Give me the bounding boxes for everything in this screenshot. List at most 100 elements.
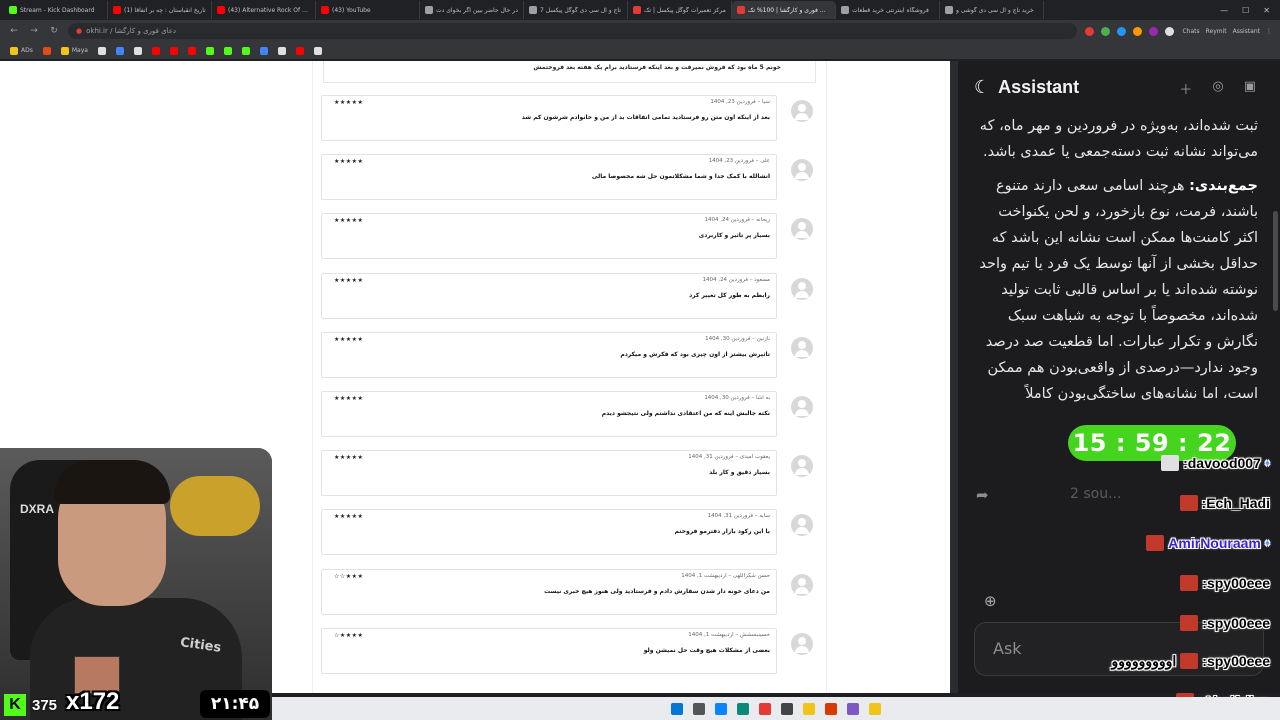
yellow-pillow: [170, 476, 260, 536]
bookmark-item[interactable]: [133, 46, 142, 55]
bookmark-item[interactable]: [313, 46, 322, 55]
bookmark-item[interactable]: [151, 46, 160, 55]
share-icon[interactable]: ➦: [976, 486, 989, 504]
taskbar-app-icon[interactable]: [825, 702, 837, 715]
bookmark-item[interactable]: [259, 46, 268, 55]
taskbar-app-icon[interactable]: [847, 702, 859, 715]
verified-badge-icon: ♦: [1264, 457, 1270, 469]
browser-tab[interactable]: در حال حاضر بیین اگر بخوای دت: [420, 1, 524, 19]
chat-username: :spy00eee: [1202, 575, 1270, 591]
bookmark-item[interactable]: ADs: [10, 46, 33, 55]
browser-toolbar: ← → ↻ ● okhi.ir / دعای فوری و کارگشا Cha…: [0, 20, 1280, 42]
taskbar-app-icon[interactable]: [803, 702, 815, 715]
extension-icon[interactable]: [1149, 26, 1159, 36]
bookmark-item[interactable]: [115, 46, 124, 55]
close-icon[interactable]: ✕: [1263, 6, 1270, 15]
taskbar-app-icon[interactable]: [715, 702, 727, 715]
chair-logo-text: DXRA: [20, 502, 55, 516]
globe-icon[interactable]: ⊕: [984, 592, 997, 610]
minimize-icon[interactable]: —: [1220, 6, 1228, 15]
chats-button[interactable]: Chats: [1182, 28, 1199, 35]
address-bar[interactable]: ● okhi.ir / دعای فوری و کارگشا: [68, 23, 1078, 39]
chat-message: AmirNouraam ♦: [1146, 532, 1270, 554]
back-icon[interactable]: ←: [8, 26, 20, 36]
page-scrollbar[interactable]: [950, 61, 958, 693]
assistant-input-placeholder: Ask: [993, 639, 1022, 658]
comment-card: ★★★★★ سایه – فروردین 31, 1404 با این رکود …: [321, 509, 777, 556]
taskbar-app-icon[interactable]: [693, 702, 705, 715]
history-icon[interactable]: ◎: [1212, 79, 1223, 98]
bookmark-item[interactable]: [223, 46, 232, 55]
comment-meta: علی – فروردین 23, 1404: [708, 158, 770, 165]
bookmark-item[interactable]: Maya: [60, 46, 88, 55]
rating-stars: ★★★★★: [334, 335, 364, 343]
chat-message: :spy00eee: [1180, 612, 1270, 634]
taskbar-app-icon[interactable]: [781, 702, 793, 715]
bookmark-item[interactable]: [241, 46, 250, 55]
bookmark-icon: [42, 46, 51, 55]
avatar: [791, 632, 813, 655]
browser-tab[interactable]: (1) تاریخ انقباستان : چه بر اتفاقا: [108, 1, 212, 19]
avatar: [791, 514, 813, 537]
rating-stars: ★★★★★: [334, 99, 364, 106]
bookmark-item[interactable]: [187, 46, 196, 55]
avatar: [791, 218, 813, 241]
chat-avatar: [1180, 615, 1199, 631]
extension-icon[interactable]: [1133, 26, 1143, 36]
rating-stars: ★★★★★: [334, 217, 364, 225]
forward-icon[interactable]: →: [28, 26, 40, 36]
bookmark-icon: [223, 46, 232, 55]
bookmark-icon: [241, 46, 250, 55]
browser-tab[interactable]: دعای فوری و کارگشا | 100% تک: [732, 1, 836, 19]
browser-tab[interactable]: تاج و ال سی دی گوگل پیکسل 7: [524, 1, 628, 19]
reymit-button[interactable]: Reymit: [1206, 28, 1227, 35]
rating-stars: ★★★★★: [334, 454, 364, 462]
extension-icon[interactable]: [1165, 26, 1175, 36]
assistant-button[interactable]: Assistant: [1233, 28, 1260, 35]
browser-tab[interactable]: مرکز تعمیرات گوگل پیکسل | تک: [628, 1, 732, 19]
side-panel-icon[interactable]: ▣: [1244, 79, 1256, 98]
comment-card: ★★★★★ یعقوب امیدی – فروردین 31, 1404 بسیار…: [321, 450, 777, 497]
bookmark-item[interactable]: [295, 46, 304, 55]
taskbar-app-icon[interactable]: [759, 702, 771, 715]
bookmark-item[interactable]: [97, 46, 106, 55]
bookmark-item[interactable]: [42, 46, 51, 55]
comment-item: ★★★★★ ریحانه – فروردین 24, 1404 بسیار پر ت…: [321, 213, 821, 263]
bookmarks-bar: ADs Maya: [0, 42, 1280, 60]
maximize-icon[interactable]: ☐: [1242, 6, 1249, 15]
windows-taskbar: [272, 697, 1280, 720]
browser-tab[interactable]: (43) Alternative Rock Of The: [212, 1, 316, 19]
browser-tab[interactable]: فروشگاه اینترنتی خرید قطعات: [836, 1, 940, 19]
bookmark-item[interactable]: [205, 46, 214, 55]
comment-meta: حسن شکراللهی – اردیبهشت 1, 1404: [681, 572, 770, 579]
bookmark-item[interactable]: [277, 46, 286, 55]
new-chat-icon[interactable]: ＋: [1179, 79, 1192, 98]
reload-icon[interactable]: ↻: [48, 26, 60, 36]
extension-icon[interactable]: [1117, 26, 1127, 36]
bookmark-item[interactable]: [169, 46, 178, 55]
chat-username: :davood007: [1183, 455, 1261, 471]
taskbar-app-icon[interactable]: [869, 702, 881, 715]
tab-title: Stream - Kick Dashboard: [20, 6, 95, 14]
browser-tab[interactable]: خرید تاچ و ال سی دی گوشی و: [940, 1, 1044, 19]
site-info-icon[interactable]: ●: [76, 27, 82, 35]
assistant-scrollbar[interactable]: [1273, 211, 1278, 311]
taskbar-app-icon[interactable]: [671, 702, 683, 715]
comment-text: انشالله با کمک خدا و شما مشکلاتمون حل شه…: [591, 173, 770, 181]
chat-avatar: [1161, 455, 1180, 471]
comment-meta: سایه – فروردین 31, 1404: [707, 513, 770, 520]
browser-tab[interactable]: Stream - Kick Dashboard: [4, 1, 108, 19]
menu-icon[interactable]: ⋮: [1266, 28, 1272, 35]
url-text: okhi.ir / دعای فوری و کارگشا: [86, 27, 177, 35]
response-paragraph: جمع‌بندی: هرچند اسامی سعی دارند متنوع با…: [972, 173, 1258, 407]
comment-card: ☆☆★★★ حسن شکراللهی – اردیبهشت 1, 1404 من د…: [321, 568, 777, 615]
extension-icon[interactable]: [1085, 26, 1095, 36]
browser-tab[interactable]: (43) YouTube: [316, 1, 420, 19]
avatar: [791, 277, 813, 300]
comment-card: ★★★★★ نازنین – فروردین 30, 1404 تاثیرش بیش…: [321, 331, 777, 378]
taskbar-app-icon[interactable]: [737, 702, 749, 715]
bookmark-icon: [259, 46, 268, 55]
extension-icon[interactable]: [1101, 26, 1111, 36]
gift-multiplier: x172: [66, 688, 120, 715]
comment-item: ★★★★★ علی – فروردین 23, 1404 انشالله با کم…: [321, 154, 821, 204]
